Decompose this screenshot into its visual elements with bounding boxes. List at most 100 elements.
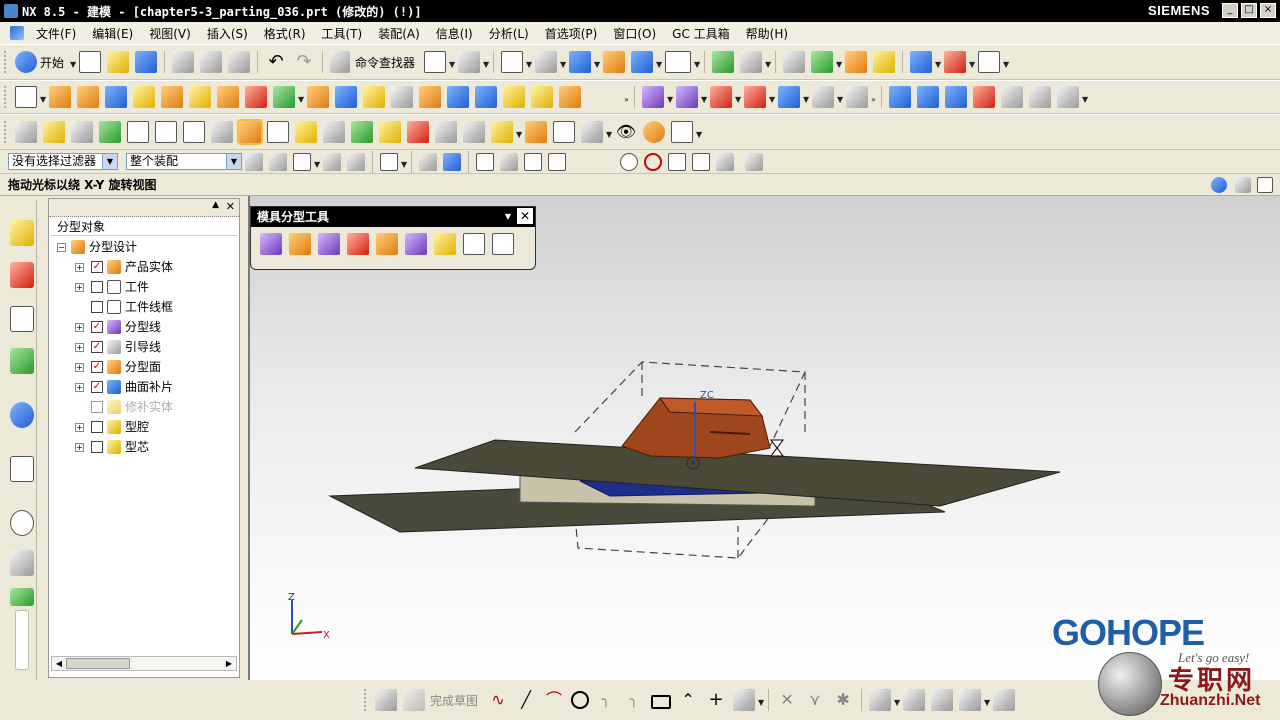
- mirror-icon[interactable]: [559, 86, 581, 108]
- mold-drawing-icon[interactable]: [671, 121, 693, 143]
- scroll-thumb[interactable]: [66, 658, 130, 669]
- dropdown-icon[interactable]: ▼: [935, 51, 941, 73]
- analysis-icon[interactable]: [845, 51, 868, 73]
- dropdown-icon[interactable]: ▼: [483, 51, 489, 73]
- dropdown-icon[interactable]: ▼: [837, 86, 843, 108]
- trim-body-icon[interactable]: [419, 86, 441, 108]
- motion-icon[interactable]: [910, 51, 933, 73]
- dropdown-icon[interactable]: ▼: [694, 51, 700, 73]
- show-constraints-icon[interactable]: [959, 689, 982, 711]
- standard-part-icon[interactable]: [295, 121, 317, 143]
- globe-icon[interactable]: [1211, 177, 1227, 193]
- line-icon[interactable]: ╱: [515, 689, 537, 711]
- backup-parting-patch-icon[interactable]: [434, 233, 456, 255]
- edge-blend-icon[interactable]: [335, 86, 357, 108]
- snap-settings-icon[interactable]: [500, 152, 518, 171]
- history-icon[interactable]: [10, 456, 34, 482]
- dropdown-icon[interactable]: ▼: [696, 121, 702, 143]
- dropdown-icon[interactable]: ▼: [401, 151, 407, 173]
- trim-mold-components-icon[interactable]: [525, 121, 547, 143]
- toolbar-overflow-icon[interactable]: »: [624, 86, 630, 108]
- group-face-icon[interactable]: [846, 86, 868, 108]
- menu-information[interactable]: 信息(I): [428, 25, 481, 42]
- menu-tools[interactable]: 工具(T): [314, 25, 371, 42]
- polygon-icon[interactable]: ⌃: [677, 689, 699, 711]
- parting-report-icon[interactable]: [492, 233, 514, 255]
- dropdown-icon[interactable]: ▼: [594, 51, 600, 73]
- wcs-icon[interactable]: [631, 51, 654, 73]
- swap-model-icon[interactable]: [405, 233, 427, 255]
- cone-icon[interactable]: [161, 86, 183, 108]
- mold-csys-icon[interactable]: [71, 121, 93, 143]
- dropdown-icon[interactable]: ▼: [836, 51, 842, 73]
- snap-filter-icon[interactable]: [745, 152, 763, 171]
- define-cavity-core-icon[interactable]: [376, 233, 398, 255]
- menu-window[interactable]: 窗口(O): [605, 25, 664, 42]
- full-screen-icon[interactable]: [1257, 177, 1273, 193]
- scroll-left-icon[interactable]: ◀: [53, 658, 65, 669]
- part-navigator-icon[interactable]: [10, 306, 34, 332]
- layer-icon[interactable]: [603, 51, 626, 73]
- fillet-icon[interactable]: ╮: [595, 689, 617, 711]
- snap-point-icon[interactable]: [476, 152, 494, 171]
- paste-icon[interactable]: [228, 51, 251, 73]
- dropdown-icon[interactable]: ▼: [1003, 51, 1009, 73]
- shell-icon[interactable]: [391, 86, 413, 108]
- tree-item-surface-patch[interactable]: + ✓ 曲面补片: [49, 377, 239, 397]
- navigator-close-icon[interactable]: ✕: [226, 200, 235, 213]
- workpiece-icon[interactable]: [127, 121, 149, 143]
- collapse-node-icon[interactable]: −: [57, 243, 66, 252]
- fit-view-icon[interactable]: [501, 51, 524, 73]
- dimension-icon[interactable]: [944, 51, 967, 73]
- resource-bar-scrollbar[interactable]: [15, 610, 29, 670]
- redo-icon[interactable]: ↷: [293, 51, 315, 73]
- show-hide-icon[interactable]: [419, 152, 437, 171]
- information-icon[interactable]: [783, 51, 806, 73]
- start-icon[interactable]: [15, 51, 37, 73]
- expand-node-icon[interactable]: +: [75, 263, 84, 272]
- general-selection-icon[interactable]: [293, 152, 311, 171]
- dropdown-icon[interactable]: ▼: [606, 121, 612, 143]
- constraint-navigator-icon[interactable]: [10, 262, 34, 288]
- constraint-settings-icon[interactable]: [931, 689, 954, 711]
- menu-view[interactable]: 视图(V): [141, 25, 199, 42]
- tree-item-parting-design[interactable]: − 分型设计: [49, 237, 239, 257]
- dropdown-icon[interactable]: ▼: [735, 86, 741, 108]
- rectangle-icon[interactable]: [651, 695, 672, 709]
- visibility-checkbox[interactable]: [91, 301, 103, 313]
- dropdown-icon[interactable]: ▼: [526, 51, 532, 73]
- save-icon[interactable]: [135, 51, 158, 73]
- initialize-project-icon[interactable]: [15, 121, 37, 143]
- menu-preferences[interactable]: 首选项(P): [537, 25, 606, 42]
- clock-icon[interactable]: [10, 510, 34, 536]
- visibility-checkbox[interactable]: ✓: [91, 261, 103, 273]
- family-mold-icon[interactable]: [43, 121, 65, 143]
- gate-icon[interactable]: [407, 121, 429, 143]
- existing-point-snap-icon[interactable]: [668, 152, 686, 171]
- studio-surface-icon[interactable]: [1029, 86, 1051, 108]
- tree-item-patch-body[interactable]: 修补实体: [49, 397, 239, 417]
- parting-tool-icon[interactable]: [211, 121, 233, 143]
- view-manager-icon[interactable]: 👁: [615, 121, 637, 143]
- open-folder-icon[interactable]: [107, 51, 130, 73]
- expand-node-icon[interactable]: +: [75, 283, 84, 292]
- dropdown-icon[interactable]: ▼: [656, 51, 662, 73]
- start-dropdown-icon[interactable]: ▼: [70, 51, 76, 73]
- cavity-layout-icon[interactable]: [155, 121, 177, 143]
- sketch-icon[interactable]: [375, 689, 397, 711]
- draft-icon[interactable]: [503, 86, 525, 108]
- dropdown-icon[interactable]: ▼: [758, 689, 764, 711]
- type-filter-select[interactable]: 没有选择过滤器 ▼: [8, 153, 118, 170]
- dropdown-icon[interactable]: ▼: [969, 51, 975, 73]
- examine-geometry-icon[interactable]: [873, 51, 896, 73]
- measure-icon[interactable]: [811, 51, 834, 73]
- bounded-plane-icon[interactable]: [889, 86, 911, 108]
- datum-icon[interactable]: [273, 86, 295, 108]
- menu-analysis[interactable]: 分析(L): [481, 25, 537, 42]
- endpoint-snap-icon[interactable]: [524, 152, 542, 171]
- unused-parts-icon[interactable]: [643, 121, 665, 143]
- pocket-icon[interactable]: [553, 121, 575, 143]
- electrode-icon[interactable]: [491, 121, 513, 143]
- sync-move-face-icon[interactable]: [642, 86, 664, 108]
- point-icon[interactable]: +: [705, 689, 727, 711]
